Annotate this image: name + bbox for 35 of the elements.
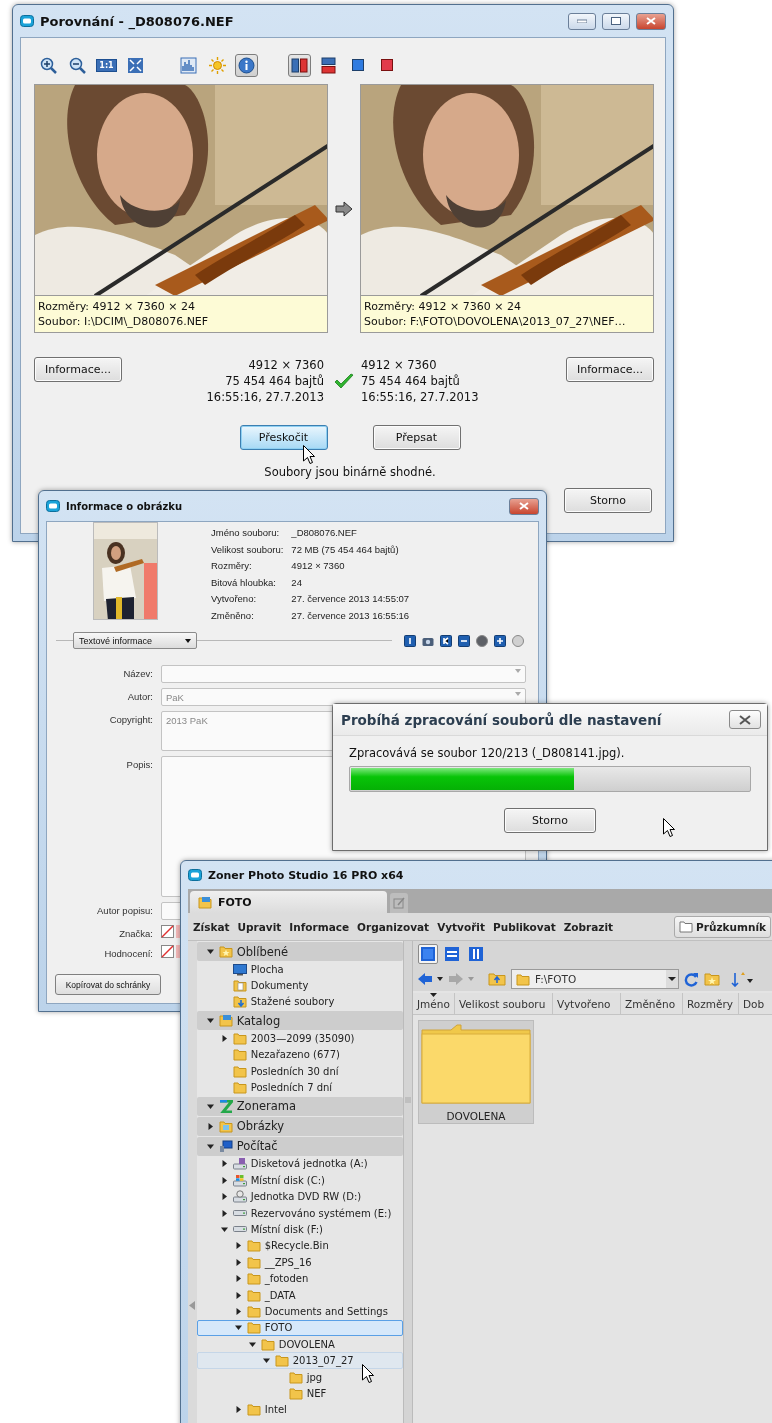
property-label: Bitová hloubka: <box>211 576 277 590</box>
window-title: Zoner Photo Studio 16 PRO x64 <box>208 868 404 882</box>
property-label: Jméno souboru: <box>211 527 281 540</box>
field-label: Značka: <box>118 927 153 939</box>
property-value: 4912 × 7360 <box>291 560 346 573</box>
property-value: 27. července 2013 16:55:16 <box>291 609 410 623</box>
property-label: Změněno: <box>211 609 255 623</box>
property-value: _D808076.NEF <box>291 527 358 540</box>
field-label: Název: <box>122 667 153 679</box>
field-label: Autor popisu: <box>96 904 153 916</box>
field-label: Hodnocení: <box>103 947 153 959</box>
file-stat: 75 454 464 bajtů <box>361 373 460 389</box>
property-label: Velikost souboru: <box>211 543 284 557</box>
field-label: Autor: <box>126 690 153 702</box>
window-title: Probíhá zpracování souborů dle nastavení <box>341 711 662 728</box>
dimensions-text: Rozměry: 4912 × 7360 × 24 <box>38 299 196 314</box>
field-label: Popis: <box>125 758 153 770</box>
property-label: Rozměry: <box>211 560 253 573</box>
file-path-text: Soubor: I:\DCIM\_D808076.NEF <box>38 314 210 329</box>
field-label: Copyright: <box>108 713 153 725</box>
property-value: 24 <box>291 576 303 590</box>
property-label: Vytvořeno: <box>211 593 258 606</box>
dimensions-text: Rozměry: 4912 × 7360 × 24 <box>364 299 522 314</box>
file-stat: 4912 × 7360 <box>248 357 324 373</box>
file-stat: 16:55:16, 27.7.2013 <box>206 389 324 405</box>
window-title: Informace o obrázku <box>66 500 182 512</box>
file-stat: 16:55:16, 27.7.2013 <box>361 389 479 405</box>
progress-status: Zpracovává se soubor 120/213 (_D808141.jpg). <box>349 746 626 760</box>
property-value: 72 MB (75 454 464 bajtů) <box>291 543 400 557</box>
property-value: 27. července 2013 14:55:07 <box>291 593 410 606</box>
file-stat: 4912 × 7360 <box>361 357 437 373</box>
file-stat: 75 454 464 bajtů <box>225 373 324 389</box>
status-message: Soubory jsou binárně shodné. <box>263 465 437 479</box>
file-path-text: Soubor: F:\FOTO\DOVOLENA\2013_07_27\NEF… <box>364 314 627 329</box>
window-title: Porovnání - _D808076.NEF <box>40 13 234 29</box>
